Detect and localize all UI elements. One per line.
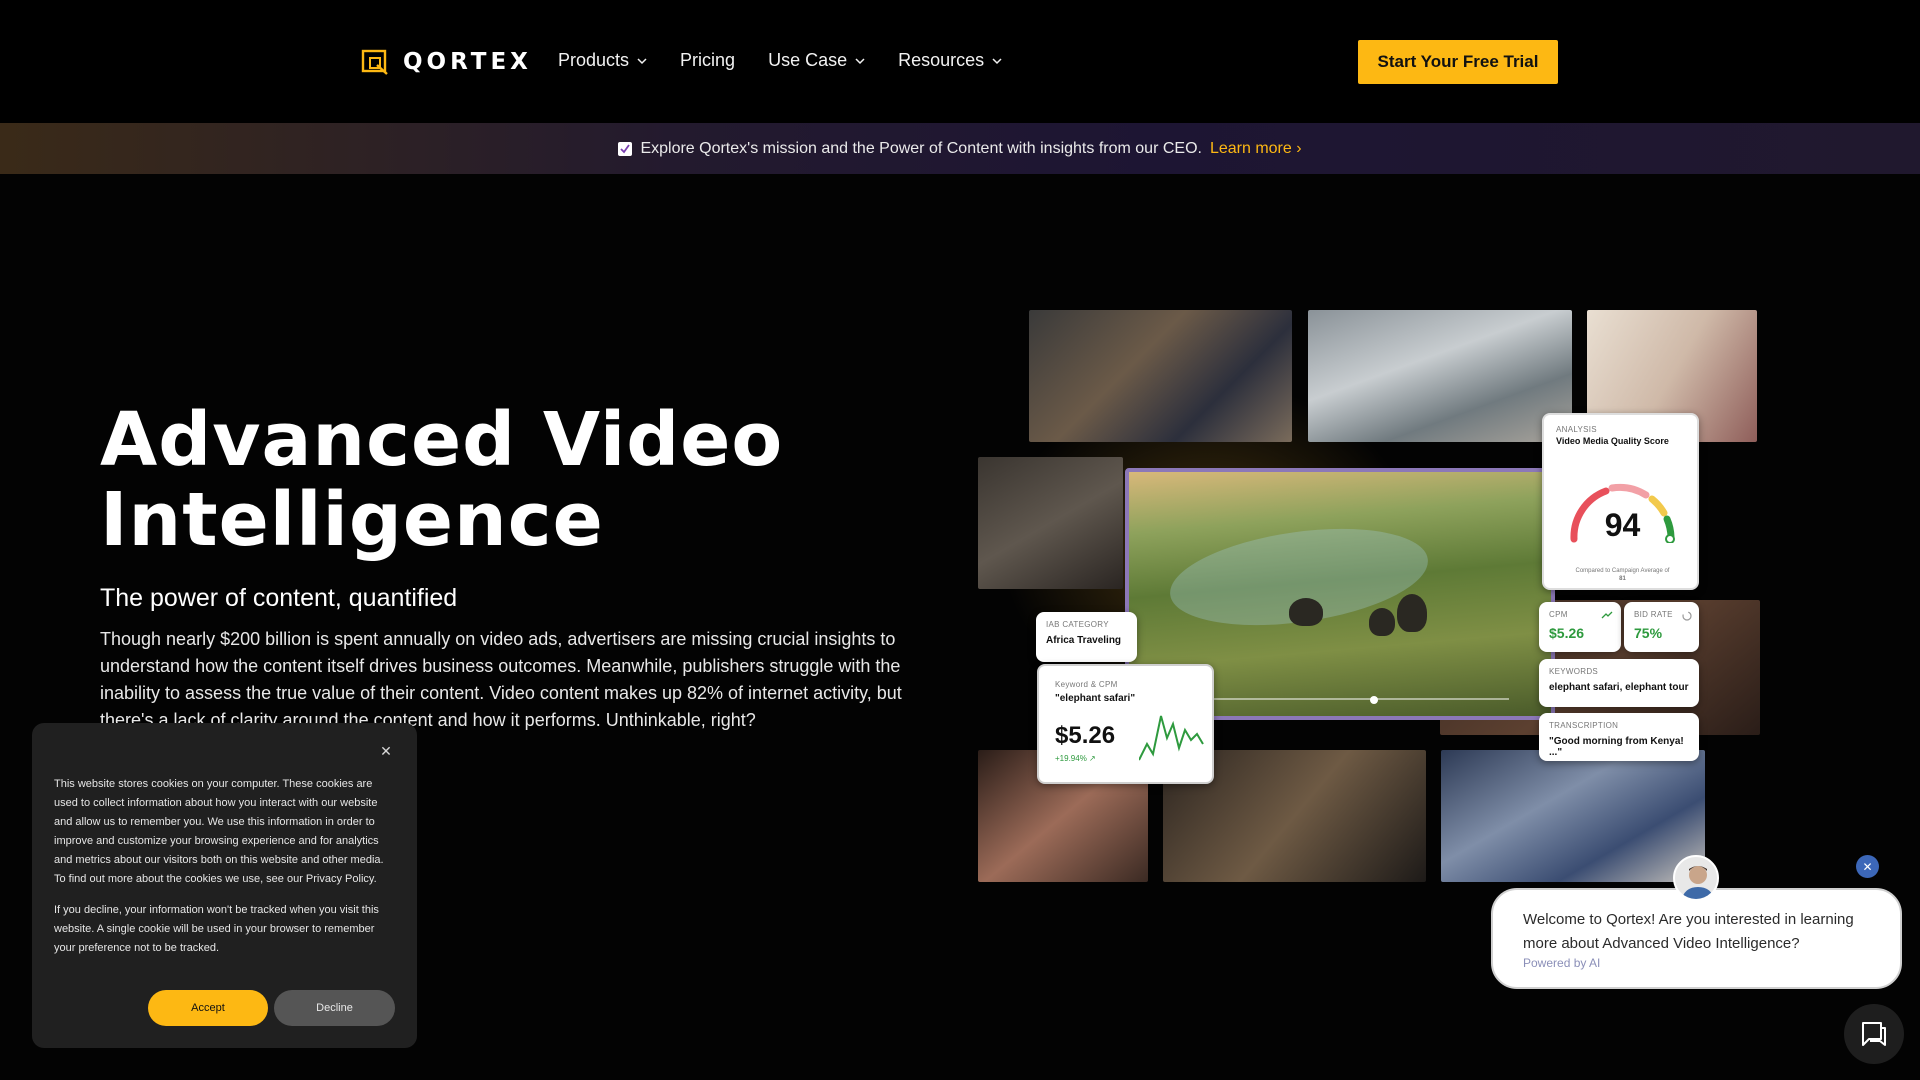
lynx-kitten-thumbnail [1308, 310, 1572, 442]
checkbox-icon [618, 141, 633, 156]
chat-powered-by: Powered by AI [1523, 956, 1601, 970]
card-label: Analysis [1556, 425, 1597, 434]
cookie-text-2: If you decline, your information won't b… [54, 904, 379, 954]
nav-item-label: Use Case [768, 50, 848, 70]
baseball-thumbnail [1441, 750, 1705, 882]
bid-rate-value: 75% [1634, 625, 1663, 641]
nav-item-resources[interactable]: Resources [898, 50, 1002, 71]
quality-score-note: Compared to Campaign Average of 81 [1544, 567, 1701, 583]
transcription-value: "Good morning from Kenya! ..." [1549, 736, 1684, 758]
quality-note-value: 81 [1619, 576, 1626, 582]
cpm-value: $5.26 [1549, 625, 1585, 641]
chevron-down-icon [855, 57, 865, 64]
keywords-value: elephant safari, elephant tour [1549, 682, 1689, 693]
iab-category-card: IAB CATEGORY Africa Traveling [1036, 612, 1137, 662]
chevron-down-icon [992, 57, 1002, 64]
cpm-card: CPM $5.26 [1539, 602, 1621, 652]
elephant-shape [1397, 594, 1427, 632]
hero-title-line-2: Intelligence [100, 477, 604, 563]
nav-item-pricing[interactable]: Pricing [680, 50, 735, 71]
logo[interactable]: QORTEX [361, 49, 532, 75]
cookie-text-1: This website stores cookies on your comp… [54, 778, 384, 885]
elephant-shape [1369, 608, 1395, 636]
hero-title: Advanced Video Intelligence [100, 400, 900, 560]
announcement-bar: Explore Qortex's mission and the Power o… [0, 123, 1920, 174]
start-free-trial-button[interactable]: Start Your Free Trial [1358, 40, 1558, 84]
keyword-cpm-card: Keyword & CPM "elephant safari" $5.26 +1… [1037, 664, 1214, 784]
logo-text: QORTEX [403, 49, 532, 75]
loading-icon [1682, 611, 1692, 621]
keyword-price: $5.26 [1055, 722, 1116, 749]
nav-item-products[interactable]: Products [558, 50, 647, 71]
card-label: Keyword & CPM [1055, 680, 1118, 689]
chat-message: Welcome to Qortex! Are you interested in… [1523, 911, 1854, 952]
bid-rate-card: BID RATE 75% [1624, 602, 1699, 652]
card-title: Video Media Quality Score [1556, 436, 1669, 446]
quality-score-value: 94 [1604, 507, 1641, 543]
period-drama-thumbnail [978, 457, 1123, 589]
keyword-delta: +19.94% ↗ [1055, 754, 1096, 763]
card-label: TRANSCRIPTION [1549, 721, 1619, 730]
quality-note-text: Compared to Campaign Average of [1575, 568, 1670, 574]
chat-welcome-bubble[interactable]: Welcome to Qortex! Are you interested in… [1491, 888, 1902, 989]
video-progress-handle[interactable] [1370, 696, 1378, 704]
close-icon[interactable]: ✕ [1856, 855, 1879, 878]
quality-score-card: Analysis Video Media Quality Score 94 Co… [1542, 413, 1699, 590]
chat-icon [1862, 1022, 1886, 1046]
accept-button[interactable]: Accept [148, 990, 268, 1026]
hero-body: Though nearly $200 billion is spent annu… [100, 629, 902, 730]
hero-subtitle: The power of content, quantified [100, 584, 458, 612]
iab-category-value: Africa Traveling [1046, 635, 1122, 646]
keywords-card: KEYWORDS elephant safari, elephant tour [1539, 659, 1699, 707]
qortex-logo-icon [361, 49, 388, 75]
chat-launcher-button[interactable] [1844, 1004, 1904, 1064]
card-label: BID RATE [1634, 610, 1673, 619]
basketball-thumbnail [1029, 310, 1292, 442]
trend-up-icon [1601, 611, 1613, 619]
nav-item-label: Products [558, 50, 630, 70]
learn-more-link[interactable]: Learn more › [1210, 140, 1302, 158]
keyword-value: "elephant safari" [1055, 693, 1136, 704]
nav-item-use-case[interactable]: Use Case [768, 50, 865, 71]
avatar [1673, 855, 1719, 901]
nav-links: Products Pricing Use Case Resources [558, 50, 1002, 71]
hero-title-line-1: Advanced Video [100, 397, 784, 483]
close-icon[interactable]: ✕ [379, 744, 393, 758]
nav-item-label: Pricing [680, 50, 736, 70]
card-label: KEYWORDS [1549, 667, 1599, 676]
nav-item-label: Resources [898, 50, 985, 70]
top-nav: QORTEX Products Pricing Use Case Resourc… [0, 0, 1920, 123]
card-label: IAB CATEGORY [1046, 620, 1109, 629]
sparkline-icon [1139, 715, 1204, 761]
transcription-card: TRANSCRIPTION "Good morning from Kenya! … [1539, 713, 1699, 761]
announcement-text: Explore Qortex's mission and the Power o… [640, 139, 1202, 157]
decline-button[interactable]: Decline [274, 990, 395, 1026]
elephant-shape [1289, 598, 1323, 626]
chevron-down-icon [637, 57, 647, 64]
